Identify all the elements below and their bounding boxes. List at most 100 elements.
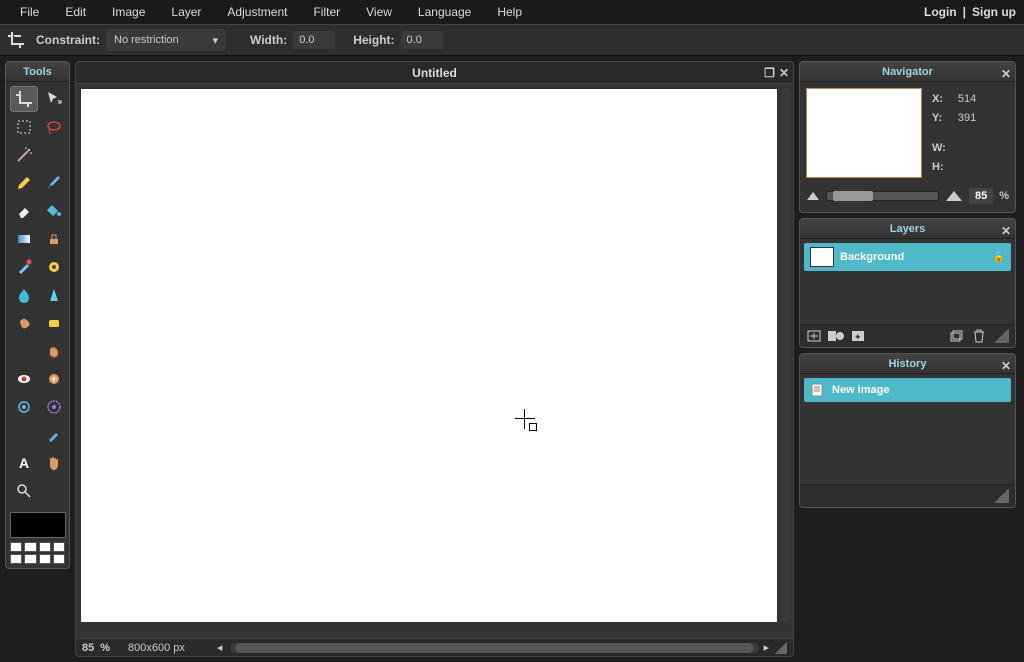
- resize-grip[interactable]: [993, 489, 1009, 503]
- bloat-tool[interactable]: [10, 394, 38, 420]
- type-tool[interactable]: A: [10, 450, 38, 476]
- layer-row[interactable]: Background 🔒: [804, 243, 1011, 271]
- restore-icon[interactable]: ❐: [764, 66, 775, 80]
- crop-tool[interactable]: [10, 86, 38, 112]
- constraint-value: No restriction: [114, 34, 179, 46]
- horizontal-scrollbar[interactable]: [230, 643, 759, 653]
- login-link[interactable]: Login: [924, 5, 957, 19]
- swatch[interactable]: [39, 554, 51, 564]
- navigator-preview[interactable]: [806, 88, 922, 178]
- height-input[interactable]: [401, 31, 443, 49]
- swatch[interactable]: [53, 542, 65, 552]
- resize-grip[interactable]: [993, 329, 1009, 343]
- menu-filter[interactable]: Filter: [301, 1, 352, 23]
- layers-body: Background 🔒: [800, 239, 1015, 324]
- swatch-row-2: [10, 554, 65, 564]
- close-icon[interactable]: ✕: [1001, 356, 1011, 376]
- nav-zoom-value: 85: [969, 188, 993, 204]
- svg-text:A: A: [19, 455, 29, 471]
- move-tool[interactable]: [40, 86, 68, 112]
- replace-color-tool[interactable]: [10, 254, 38, 280]
- zoom-tool[interactable]: [10, 478, 38, 504]
- eraser-tool[interactable]: [10, 198, 38, 224]
- sharpen-tool[interactable]: [40, 282, 68, 308]
- sponge-tool[interactable]: [40, 310, 68, 336]
- navigator-header: Navigator ✕: [800, 62, 1015, 82]
- resize-grip[interactable]: [775, 642, 787, 654]
- close-icon[interactable]: ✕: [1001, 221, 1011, 241]
- layer-name: Background: [840, 251, 987, 263]
- brush-tool[interactable]: [40, 170, 68, 196]
- marquee-tool[interactable]: [10, 114, 38, 140]
- y-label: Y:: [932, 110, 956, 128]
- zoom-out-icon[interactable]: [806, 191, 820, 201]
- close-icon[interactable]: ✕: [779, 66, 789, 80]
- layers-header: Layers ✕: [800, 219, 1015, 239]
- swatch[interactable]: [24, 542, 36, 552]
- mask-icon[interactable]: [828, 329, 844, 343]
- svg-text:✦: ✦: [854, 332, 862, 342]
- lasso-tool[interactable]: [40, 114, 68, 140]
- pencil-tool[interactable]: [10, 170, 38, 196]
- menu-image[interactable]: Image: [100, 1, 157, 23]
- layer-styles-icon[interactable]: ✦: [850, 329, 866, 343]
- wand-tool[interactable]: [10, 142, 38, 168]
- menu-bar: File Edit Image Layer Adjustment Filter …: [0, 0, 1024, 24]
- swatch[interactable]: [10, 542, 22, 552]
- swatch[interactable]: [39, 542, 51, 552]
- dodge-tool[interactable]: [10, 338, 38, 364]
- eyedropper-tool[interactable]: [40, 422, 68, 448]
- crop-icon[interactable]: [6, 30, 26, 50]
- menu-layer[interactable]: Layer: [159, 1, 213, 23]
- right-panels: Navigator ✕ X:514 Y:391 W: H: 85 %: [799, 56, 1024, 662]
- menu-file[interactable]: File: [8, 1, 51, 23]
- zoom-in-icon[interactable]: [945, 190, 963, 202]
- constraint-select[interactable]: No restriction ▾: [106, 29, 226, 51]
- history-name: New image: [832, 384, 889, 396]
- close-icon[interactable]: ✕: [1001, 64, 1011, 84]
- history-row[interactable]: New image: [804, 378, 1011, 402]
- vertical-scrollbar[interactable]: [781, 88, 791, 622]
- signup-link[interactable]: Sign up: [972, 5, 1016, 19]
- drawing-tool[interactable]: [40, 254, 68, 280]
- gradient-tool[interactable]: [10, 226, 38, 252]
- swatch[interactable]: [10, 554, 22, 564]
- canvas-viewport[interactable]: [75, 83, 794, 639]
- redeye-tool[interactable]: [10, 366, 38, 392]
- navigator-body: X:514 Y:391 W: H:: [800, 82, 1015, 184]
- canvas-titlebar: Untitled ❐ ✕: [75, 61, 794, 83]
- scroll-right-icon[interactable]: ▸: [763, 641, 769, 654]
- canvas[interactable]: [81, 89, 777, 622]
- bucket-tool[interactable]: [40, 198, 68, 224]
- new-layer-icon[interactable]: [806, 329, 822, 343]
- tools-header: Tools: [6, 62, 69, 82]
- menu-edit[interactable]: Edit: [53, 1, 98, 23]
- spot-heal-tool[interactable]: [40, 366, 68, 392]
- menu-view[interactable]: View: [354, 1, 404, 23]
- width-input[interactable]: [293, 31, 335, 49]
- clone-tool[interactable]: [40, 226, 68, 252]
- foreground-color[interactable]: [10, 512, 66, 538]
- swatch[interactable]: [24, 554, 36, 564]
- swatch[interactable]: [53, 554, 65, 564]
- x-value: 514: [958, 90, 976, 108]
- scroll-left-icon[interactable]: ◂: [217, 641, 223, 654]
- tools-panel: Tools: [0, 56, 75, 662]
- main-area: Tools: [0, 56, 1024, 662]
- duplicate-layer-icon[interactable]: [949, 329, 965, 343]
- smudge-tool[interactable]: [10, 310, 38, 336]
- layers-panel: Layers ✕ Background 🔒 ✦: [799, 218, 1016, 348]
- lock-icon[interactable]: 🔒: [993, 252, 1005, 263]
- layer-thumbnail: [810, 247, 834, 267]
- blur-tool[interactable]: [10, 282, 38, 308]
- tool-grid: A: [6, 82, 69, 508]
- burn-tool[interactable]: [40, 338, 68, 364]
- w-value: [958, 139, 976, 157]
- menu-language[interactable]: Language: [406, 1, 483, 23]
- trash-icon[interactable]: [971, 329, 987, 343]
- menu-adjustment[interactable]: Adjustment: [215, 1, 299, 23]
- pinch-tool[interactable]: [40, 394, 68, 420]
- menu-help[interactable]: Help: [485, 1, 534, 23]
- hand-tool[interactable]: [40, 450, 68, 476]
- zoom-slider[interactable]: [826, 191, 939, 201]
